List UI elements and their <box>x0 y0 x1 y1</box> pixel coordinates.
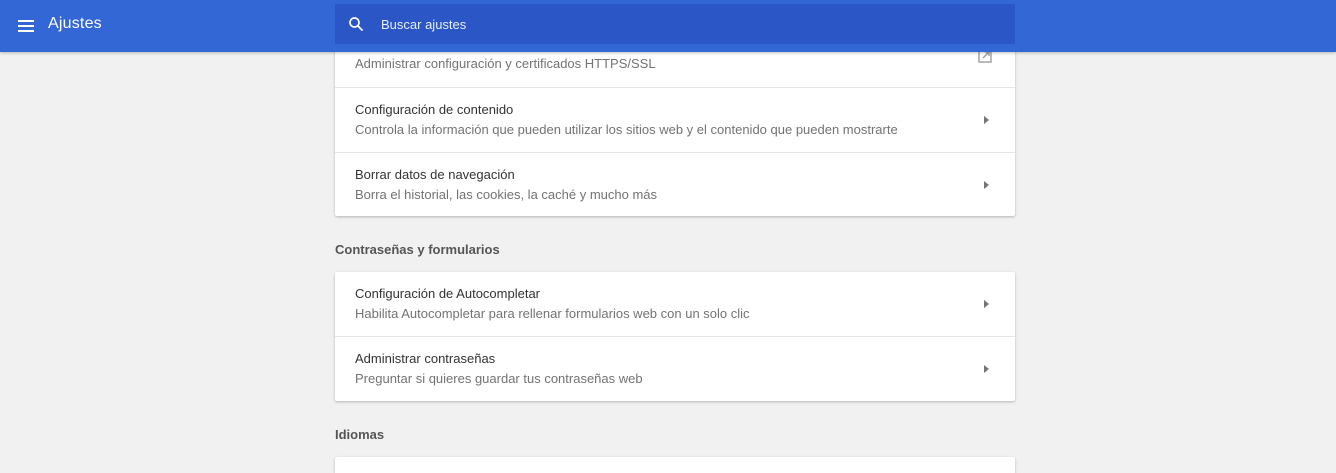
clear-browsing-data-title: Borrar datos de navegación <box>355 167 515 182</box>
clear-browsing-data-row[interactable]: Borrar datos de navegación Borra el hist… <box>335 152 1015 217</box>
clear-browsing-data-description: Borra el historial, las cookies, la cach… <box>355 187 658 202</box>
autofill-settings-row[interactable]: Configuración de Autocompletar Habilita … <box>335 272 1015 336</box>
arrow-right-icon <box>984 300 989 308</box>
languages-section-title: Idiomas <box>335 427 385 442</box>
app-header: Ajustes <box>0 0 1336 52</box>
search-icon <box>349 17 363 31</box>
content-settings-row[interactable]: Configuración de contenido Controla la i… <box>335 87 1015 152</box>
arrow-right-icon <box>984 365 989 373</box>
privacy-settings-card: Administrar configuración y certificados… <box>335 40 1015 216</box>
manage-certificates-description: Administrar configuración y certificados… <box>355 56 656 71</box>
manage-passwords-row[interactable]: Administrar contraseñas Preguntar si qui… <box>335 336 1015 401</box>
hamburger-menu-icon[interactable] <box>12 12 40 40</box>
autofill-settings-description: Habilita Autocompletar para rellenar for… <box>355 306 750 321</box>
languages-card <box>335 457 1015 473</box>
autofill-settings-title: Configuración de Autocompletar <box>355 286 541 301</box>
manage-passwords-title: Administrar contraseñas <box>355 351 496 366</box>
content-settings-description: Controla la información que pueden utili… <box>355 122 898 137</box>
passwords-section-title: Contraseñas y formularios <box>335 242 500 257</box>
content-settings-title: Configuración de contenido <box>355 102 514 117</box>
passwords-card: Configuración de Autocompletar Habilita … <box>335 272 1015 401</box>
search-input[interactable] <box>381 4 1001 44</box>
manage-passwords-description: Preguntar si quieres guardar tus contras… <box>355 371 643 386</box>
arrow-right-icon <box>984 181 989 189</box>
page-title: Ajustes <box>48 15 102 32</box>
arrow-right-icon <box>984 116 989 124</box>
search-bar[interactable] <box>335 4 1015 44</box>
